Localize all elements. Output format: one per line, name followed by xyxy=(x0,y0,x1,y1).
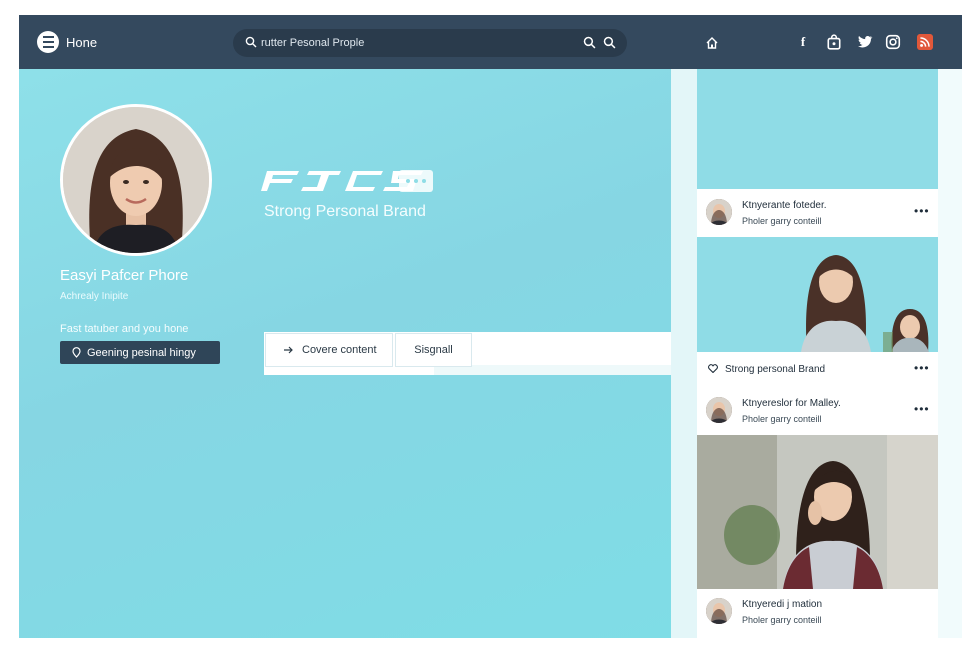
profile-subtitle: Achrealy Inipite xyxy=(60,291,129,302)
post-header[interactable]: Ktnyerante foteder. Pholer garry conteil… xyxy=(697,191,938,235)
post-subtitle: Pholer garry conteill xyxy=(742,414,822,424)
facebook-icon[interactable]: f xyxy=(795,34,811,50)
brand-logo xyxy=(261,170,433,192)
cover-content-button[interactable]: Covere content xyxy=(265,333,393,367)
caption-row[interactable]: Strong personal Brand ••• xyxy=(697,353,938,385)
avatar[interactable] xyxy=(706,598,732,624)
feed-banner xyxy=(697,69,938,189)
post-header[interactable]: Ktnyereslor for Malley. Pholer garry con… xyxy=(697,389,938,433)
post-title[interactable]: Ktnyerante foteder. xyxy=(742,200,827,211)
heart-icon[interactable] xyxy=(708,364,718,373)
feed-column: Ktnyerante foteder. Pholer garry conteil… xyxy=(697,69,938,638)
cover-content-label: Covere content xyxy=(302,344,377,356)
post-subtitle: Pholer garry conteill xyxy=(742,216,822,226)
hero-tagline: Strong Personal Brand xyxy=(264,203,426,220)
post-title[interactable]: Ktnyereslor for Malley. xyxy=(742,398,841,409)
post-image[interactable] xyxy=(697,237,938,352)
signal-label: Sisgnall xyxy=(414,344,453,356)
arrow-right-icon xyxy=(284,346,293,354)
search-bar[interactable]: rutter Pesonal Prople xyxy=(233,29,627,57)
search-input[interactable]: rutter Pesonal Prople xyxy=(261,37,364,49)
caption-text: Strong personal Brand xyxy=(725,364,826,375)
home-link[interactable]: Hone xyxy=(66,35,97,50)
post-subtitle: Pholer garry conteill xyxy=(742,615,822,625)
layout-gutter xyxy=(671,69,697,638)
more-options-icon[interactable]: ••• xyxy=(914,204,930,218)
app-window: Hone rutter Pesonal Prople f Easyi Pafce… xyxy=(19,15,962,638)
home-icon[interactable] xyxy=(705,36,719,50)
avatar[interactable] xyxy=(706,199,732,225)
more-options-icon[interactable]: ••• xyxy=(914,402,930,416)
twitter-icon[interactable] xyxy=(857,34,873,50)
profile-action-label: Geening pesinal hingy xyxy=(87,346,196,359)
profile-action-button[interactable]: Geening pesinal hingy xyxy=(60,341,220,364)
signal-button[interactable]: Sisgnall xyxy=(395,333,472,367)
instagram-icon[interactable] xyxy=(885,34,901,50)
top-navigation-bar: Hone rutter Pesonal Prople f xyxy=(19,15,962,69)
post-title[interactable]: Ktnyeredi j mation xyxy=(742,599,822,610)
search-icon[interactable] xyxy=(583,36,596,49)
search-icon xyxy=(245,36,257,48)
more-options-icon[interactable]: ••• xyxy=(914,361,930,375)
bag-icon[interactable] xyxy=(826,34,842,50)
feed-edge-strip xyxy=(938,69,962,638)
location-pin-icon xyxy=(72,347,81,358)
post-image[interactable] xyxy=(697,435,938,589)
profile-avatar[interactable] xyxy=(60,104,212,256)
search-icon[interactable] xyxy=(603,36,616,49)
rss-icon[interactable] xyxy=(917,34,933,50)
hero-section: Easyi Pafcer Phore Achrealy Inipite Fast… xyxy=(19,69,671,638)
faded-portrait-image xyxy=(124,452,214,584)
profile-name: Easyi Pafcer Phore xyxy=(60,267,189,284)
menu-icon[interactable] xyxy=(37,31,59,53)
profile-tagline: Fast tatuber and you hone xyxy=(60,323,189,335)
post-header[interactable]: Ktnyeredi j mation Pholer garry conteill xyxy=(697,590,938,634)
avatar[interactable] xyxy=(706,397,732,423)
